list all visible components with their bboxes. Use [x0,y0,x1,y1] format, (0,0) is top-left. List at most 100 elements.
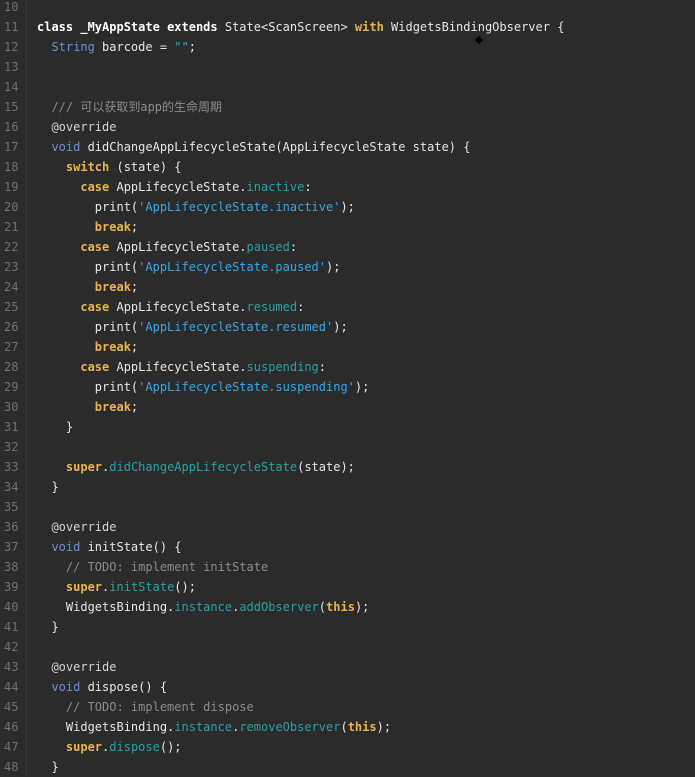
code-text: // TODO: implement initState [37,557,268,577]
code-token: } [65,420,74,434]
line-number: 11 [4,20,19,34]
code-token: resumed [246,300,298,314]
line-number: 36 [4,520,19,534]
code-text: print('AppLifecycleState.suspending'); [37,377,370,397]
code-text: void dispose() { [37,677,167,697]
code-token: with [354,20,392,34]
code-token: void [51,140,88,154]
code-token: initState() { [87,540,182,554]
line-number: 29 [4,380,19,394]
code-token: @override [51,520,117,534]
code-token: print( [94,320,139,334]
code-token: AppLifecycleState. [116,240,247,254]
code-token: ); [376,720,392,734]
line-number: 32 [4,440,19,454]
code-token: 'AppLifecycleState.resumed' [138,320,334,334]
line-number: 26 [4,320,19,334]
code-token: (state) { [116,160,182,174]
code-token: case [80,360,117,374]
code-token: ); [326,260,341,274]
code-token: dispose() { [87,680,168,694]
code-text: // TODO: implement dispose [37,697,254,717]
code-token: ( [318,600,327,614]
code-token: suspending [246,360,319,374]
code-token: case [80,180,117,194]
code-token: String [51,40,103,54]
mouse-cursor-icon [474,35,484,45]
code-text: /// 可以获取到app的生命周期 [37,97,222,117]
code-text: } [37,477,58,497]
line-number: 17 [4,140,19,154]
line-number: 16 [4,120,19,134]
code-token: this [347,720,377,734]
code-text: super.initState(); [37,577,196,597]
code-text: break; [37,217,138,237]
code-token: : [289,240,298,254]
code-token: void [51,680,88,694]
code-token: paused [246,240,290,254]
code-token: inactive [246,180,305,194]
code-token: // TODO: implement initState [65,560,269,574]
line-number: 22 [4,240,19,254]
line-number: 21 [4,220,19,234]
code-token: class [37,20,81,34]
code-token: AppLifecycleState. [116,360,247,374]
code-token: ); [354,380,370,394]
code-token: super [65,740,103,754]
code-text: break; [37,397,138,417]
line-number: 33 [4,460,19,474]
line-number: 12 [4,40,19,54]
code-token: 'AppLifecycleState.suspending' [138,380,355,394]
code-token: (); [174,580,196,594]
code-token: ); [354,600,370,614]
line-number: 38 [4,560,19,574]
line-number: 15 [4,100,19,114]
code-token: dispose [109,740,160,754]
code-token: instance [174,600,233,614]
line-number: 13 [4,60,19,74]
code-editor[interactable]: 10 11 class _MyAppState extends State<Scan… [0,0,695,776]
code-text: case AppLifecycleState.suspending: [37,357,326,377]
code-token: instance [174,720,233,734]
code-token: super [65,580,103,594]
code-token: ( [340,720,348,734]
line-number: 34 [4,480,19,494]
line-number: 41 [4,620,19,634]
code-token: void [51,540,88,554]
code-token: case [80,300,117,314]
line-number: 19 [4,180,19,194]
code-token: break [94,340,131,354]
code-token: ; [130,280,139,294]
code-token: : [304,180,312,194]
line-number: 25 [4,300,19,314]
code-token: : [318,360,327,374]
line-number: 28 [4,360,19,374]
code-text: print('AppLifecycleState.inactive'); [37,197,355,217]
code-token: ; [188,40,196,54]
code-token: WidgetsBinding. [65,720,175,734]
code-token: print( [94,260,139,274]
line-number: 30 [4,400,19,414]
code-text: } [37,417,73,437]
code-token: "" [174,40,189,54]
line-number: 37 [4,540,19,554]
code-text: WidgetsBinding.instance.removeObserver(t… [37,717,391,737]
code-token: 'AppLifecycleState.inactive' [138,200,341,214]
code-text: } [37,757,58,777]
code-text: case AppLifecycleState.resumed: [37,297,304,317]
line-number: 23 [4,260,19,274]
